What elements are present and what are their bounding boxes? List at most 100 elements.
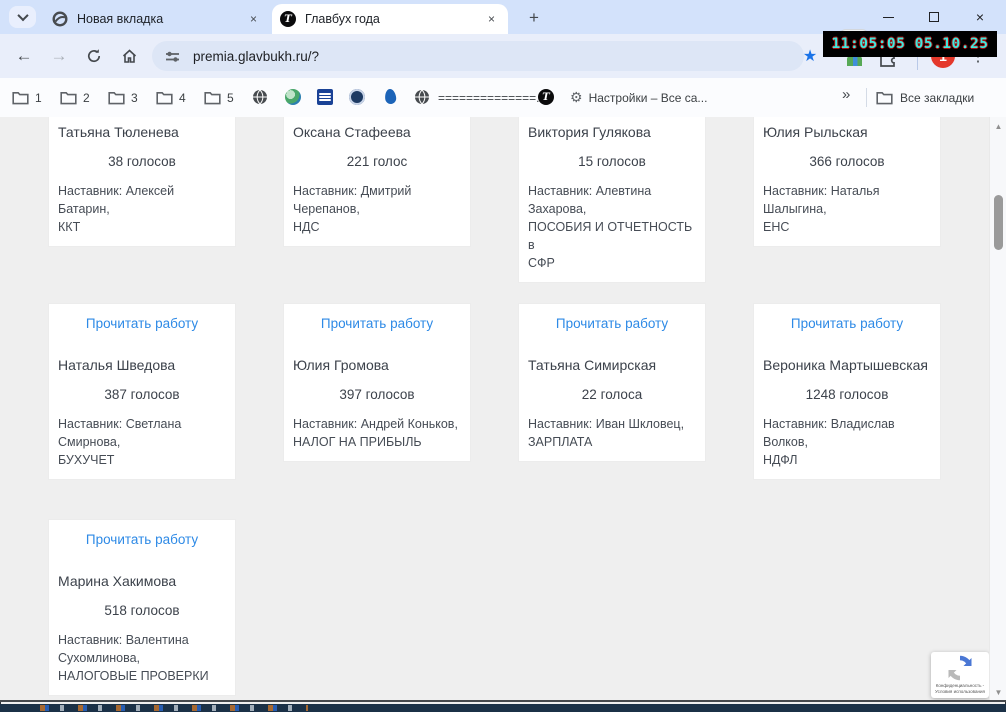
all-bookmarks-button[interactable]: Все закладки [876,86,974,109]
home-icon [122,48,136,63]
weather-channel-icon [317,89,333,105]
scrollbar-thumb[interactable] [994,195,1003,250]
flame-icon [383,88,397,105]
globe-icon [253,89,267,105]
participant-name: Татьяна Симирская [528,357,657,373]
bookmarks-bar: 1 2 3 4 5 ==============... T ⚙ Настройк… [0,78,1006,117]
read-work-link[interactable]: Прочитать работу [58,316,226,331]
entry-card: Прочитать работу Татьяна Симирская 22 го… [518,303,706,462]
participant-name: Марина Хакимова [58,573,177,589]
bookmark-label: 2 [83,90,90,105]
folder-icon [204,91,221,104]
read-work-link[interactable]: Прочитать работу [763,316,931,331]
bookmark-folder-4[interactable]: 4 [152,86,190,109]
participant-name: Виктория Гулякова [528,124,651,140]
bookmark-equals[interactable]: ==============... [434,86,550,109]
gear-icon: ⚙ [570,89,583,105]
maximize-button[interactable] [911,0,957,34]
mentor-info: Наставник: Иван Шкловец, ЗАРПЛАТА [528,417,685,449]
participant-name: Наталья Шведова [58,357,176,373]
close-icon: × [975,9,985,25]
bookmark-site-globe-2[interactable] [414,89,430,105]
bookmark-site-earth[interactable] [285,89,301,105]
bookmark-label: Настройки – Все са... [588,90,708,105]
read-work-link[interactable]: Прочитать работу [58,532,226,547]
folder-icon [876,91,893,104]
extension-icon[interactable] [847,56,862,66]
read-work-link[interactable]: Прочитать работу [293,316,461,331]
participant-name: Юлия Громова [293,357,389,373]
tab-title: Новая вкладка [77,12,164,26]
home-button[interactable] [115,42,143,70]
scroll-down-icon[interactable]: ▼ [990,688,1006,697]
tab-close-icon[interactable]: × [483,11,500,28]
bookmark-folder-2[interactable]: 2 [56,86,94,109]
folder-icon [108,91,125,104]
read-work-link[interactable]: Прочитать работу [528,316,696,331]
bookmark-label: 4 [179,90,186,105]
mentor-info: Наставник: Наталья Шалыгина, ЕНС [763,184,880,234]
entry-card: Прочитать работу Наталья Шведова 387 гол… [48,303,236,480]
bookmark-folder-3[interactable]: 3 [104,86,142,109]
reload-button[interactable] [80,42,108,70]
votes-count: 221 голос [346,154,408,169]
votes-count: 397 голосов [339,387,415,402]
site-favicon-icon: T [538,89,554,105]
mentor-info: Наставник: Алексей Батарин, ККТ [58,184,175,234]
participant-name: Юлия Рыльская [763,124,868,140]
scroll-up-icon[interactable]: ▲ [990,122,1006,131]
entry-card: Виктория Гулякова 15 голосов Наставник: … [518,117,706,283]
bookmark-label: ==============... [438,90,547,105]
tab-close-icon[interactable]: × [245,11,262,28]
votes-count: 22 голоса [581,387,643,402]
recaptcha-icon [948,655,972,681]
bookmark-folder-5[interactable]: 5 [200,86,238,109]
back-button[interactable]: ← [10,42,38,70]
new-tab-button[interactable]: + [522,6,546,30]
participant-name: Татьяна Тюленева [58,124,179,140]
bookmark-folder-1[interactable]: 1 [8,86,46,109]
round-logo-icon [349,89,365,105]
bookmarks-overflow-button[interactable]: » [842,86,850,103]
minimize-button[interactable] [865,0,911,34]
new-tab-favicon-icon [52,11,68,27]
recaptcha-badge[interactable]: Конфиденциальность - Условия использован… [931,652,989,698]
bookmark-settings[interactable]: ⚙ Настройки – Все са... [566,86,711,109]
page-scrollbar[interactable]: ▲ ▼ [989,117,1006,700]
bookmark-site-glavbukh[interactable]: T [538,89,554,105]
bookmark-label: 1 [35,90,42,105]
bookmarks-separator [866,88,867,107]
folder-icon [12,91,29,104]
minimize-icon [882,16,894,18]
bookmark-site-weather-channel[interactable] [317,89,333,105]
recaptcha-privacy-text: Конфиденциальность - Условия использован… [935,683,985,694]
site-favicon-icon: T [280,11,296,27]
bookmark-site-flame[interactable] [382,88,398,105]
address-bar[interactable]: premia.glavbukh.ru/? [152,41,804,71]
bookmark-star-button[interactable]: ★ [797,43,823,69]
url-text[interactable]: premia.glavbukh.ru/? [193,49,319,64]
window-controls: × [865,0,1003,34]
folder-icon [156,91,173,104]
tab-glavbukh[interactable]: T Главбух года × [272,4,508,34]
reload-icon [87,49,101,63]
bookmark-site-globe[interactable] [252,89,268,105]
footer-content-fragment [40,705,308,711]
mentor-info: Наставник: Светлана Смирнова, БУХУЧЕТ [58,417,182,467]
entry-card: Татьяна Тюленева 38 голосов Наставник: А… [48,117,236,247]
globe-icon [415,89,429,105]
bookmark-site-circle[interactable] [349,89,365,105]
browser-window: Новая вкладка × T Главбух года × + × ← → [0,0,1006,712]
bookmark-label: 3 [131,90,138,105]
forward-button[interactable]: → [45,42,73,70]
close-button[interactable]: × [957,0,1003,34]
mentor-info: Наставник: Андрей Коньков, НАЛОГ НА ПРИБ… [293,417,458,449]
mentor-info: Наставник: Дмитрий Черепанов, НДС [293,184,412,234]
entry-card: Прочитать работу Юлия Громова 397 голосо… [283,303,471,462]
mentor-info: Наставник: Алевтина Захарова, ПОСОБИЯ И … [528,184,693,270]
tab-search-button[interactable] [9,6,36,28]
votes-count: 15 голосов [578,154,646,169]
page-footer-strip [0,704,1006,712]
votes-count: 366 голосов [809,154,885,169]
tab-new-tab[interactable]: Новая вкладка × [44,4,270,34]
